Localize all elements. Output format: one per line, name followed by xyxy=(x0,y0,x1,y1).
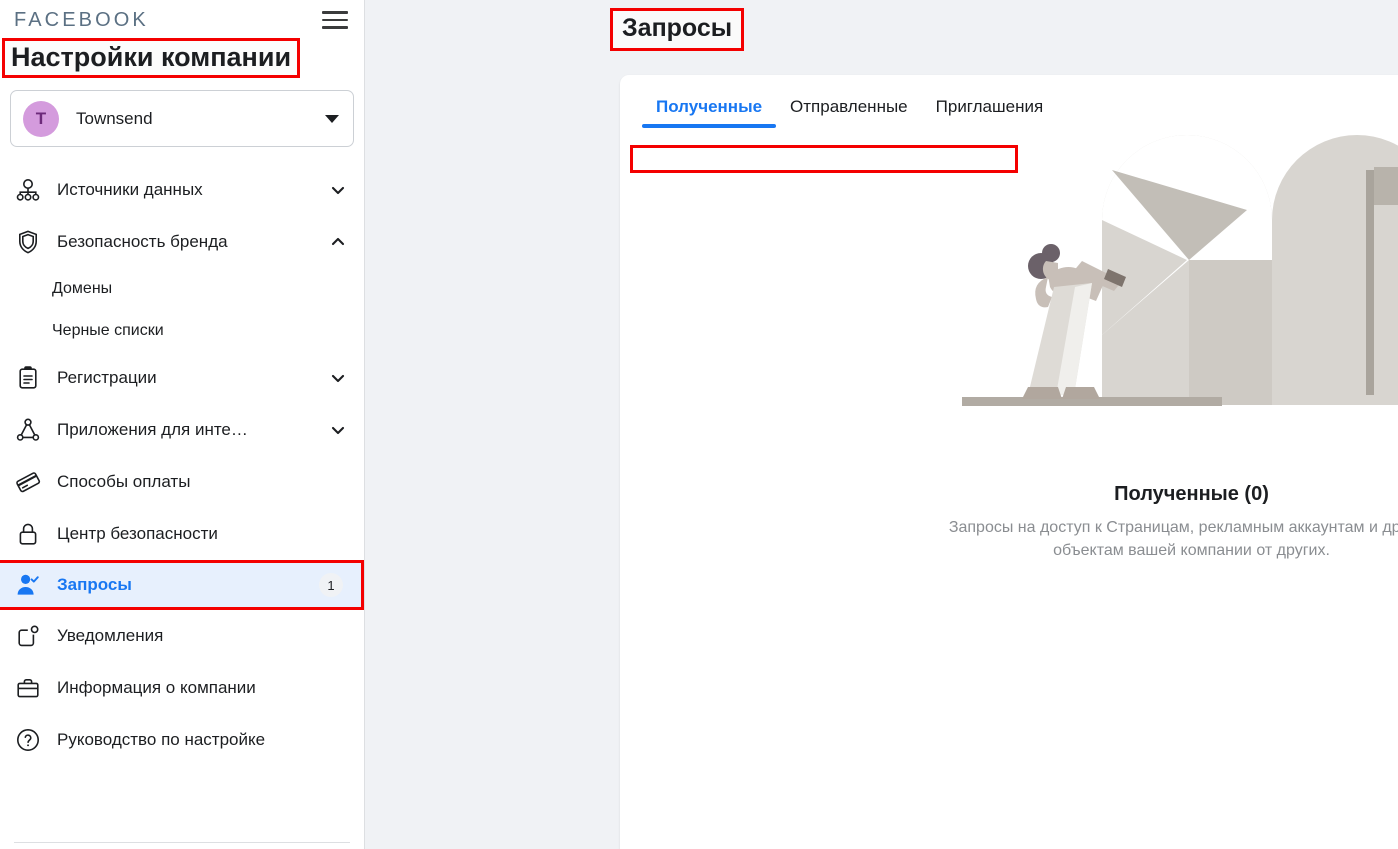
tab-invitations[interactable]: Приглашения xyxy=(922,97,1058,128)
sidebar-item-label: Приложения для инте… xyxy=(57,420,248,440)
brand-row: FACEBOOK xyxy=(0,0,364,34)
empty-state-title: Полученные (0) xyxy=(1114,483,1269,505)
notification-icon xyxy=(14,622,42,650)
sidebar-item-label: Источники данных xyxy=(57,180,203,200)
sidebar-item-brand-safety[interactable]: Безопасность бренда xyxy=(0,216,364,268)
empty-state-description: Запросы на доступ к Страницам, рекламным… xyxy=(948,519,1398,560)
sidebar-item-notifications[interactable]: Уведомления xyxy=(0,610,364,662)
sidebar-nav: Источники данных Безопасность бренда Дом… xyxy=(0,164,364,766)
chevron-up-icon xyxy=(330,234,346,250)
sidebar-item-security-center[interactable]: Центр безопасности xyxy=(0,508,364,560)
requests-card: Полученные Отправленные Приглашения Полу… xyxy=(620,75,1398,849)
sidebar-item-label: Руководство по настройке xyxy=(57,730,266,750)
sidebar-item-label: Способы оплаты xyxy=(57,472,191,492)
data-sources-icon xyxy=(14,176,42,204)
lock-icon xyxy=(14,520,42,548)
person-check-icon xyxy=(14,571,42,599)
sidebar-item-label: Безопасность бренда xyxy=(57,232,228,252)
sidebar-divider xyxy=(14,842,350,843)
facebook-logo: FACEBOOK xyxy=(14,8,149,31)
main-page-title: Запросы xyxy=(610,8,745,51)
sidebar-item-data-sources[interactable]: Источники данных xyxy=(0,164,364,216)
sidebar-subitem-domains[interactable]: Домены xyxy=(0,268,364,310)
business-settings-app: FACEBOOK Настройки компании T Townsend И… xyxy=(0,0,1398,849)
empty-state: Полученные (0) Запросы на доступ к Стран… xyxy=(620,135,1398,562)
question-circle-icon xyxy=(14,726,42,754)
main-content: Запросы Полученные Отправленные Приглаше… xyxy=(365,0,1398,849)
account-name: Townsend xyxy=(76,108,153,128)
sidebar-item-label: Информация о компании xyxy=(57,678,256,698)
main-title-container: Запросы xyxy=(610,8,745,51)
tab-received[interactable]: Полученные xyxy=(642,97,777,128)
sidebar: FACEBOOK Настройки компании T Townsend И… xyxy=(0,0,365,849)
clipboard-icon xyxy=(14,364,42,392)
tab-bar: Полученные Отправленные Приглашения xyxy=(620,75,1398,128)
chevron-down-icon xyxy=(330,422,346,438)
account-selector[interactable]: T Townsend xyxy=(10,90,354,148)
sidebar-subitem-label: Домены xyxy=(52,280,113,298)
sidebar-item-label: Запросы xyxy=(57,575,132,595)
sidebar-subitem-label: Черные списки xyxy=(52,322,164,340)
chevron-down-icon xyxy=(330,370,346,386)
shield-icon xyxy=(14,228,42,256)
chevron-down-icon xyxy=(325,114,339,123)
page-title: Настройки компании xyxy=(2,38,301,79)
sidebar-item-label: Регистрации xyxy=(57,368,157,388)
page-title-container: Настройки компании xyxy=(0,34,364,79)
sidebar-item-payment-methods[interactable]: Способы оплаты xyxy=(0,456,364,508)
sidebar-item-requests[interactable]: Запросы 1 xyxy=(0,560,364,611)
sidebar-item-label: Центр безопасности xyxy=(57,524,218,544)
mailbox-illustration xyxy=(961,135,1398,406)
sidebar-item-integrations[interactable]: Приложения для инте… xyxy=(0,404,364,456)
hamburger-icon[interactable] xyxy=(322,10,348,30)
sidebar-item-registrations[interactable]: Регистрации xyxy=(0,352,364,404)
briefcase-icon xyxy=(14,674,42,702)
sidebar-item-label: Уведомления xyxy=(57,626,164,646)
credit-card-icon xyxy=(14,468,42,496)
integrations-icon xyxy=(14,416,42,444)
sidebar-subitem-blocklists[interactable]: Черные списки xyxy=(0,310,364,352)
requests-badge: 1 xyxy=(319,573,343,598)
sidebar-item-business-info[interactable]: Информация о компании xyxy=(0,662,364,714)
tab-sent[interactable]: Отправленные xyxy=(776,97,922,128)
chevron-down-icon xyxy=(330,182,346,198)
sidebar-item-setup-guide[interactable]: Руководство по настройке xyxy=(0,714,364,766)
avatar: T xyxy=(23,100,59,137)
